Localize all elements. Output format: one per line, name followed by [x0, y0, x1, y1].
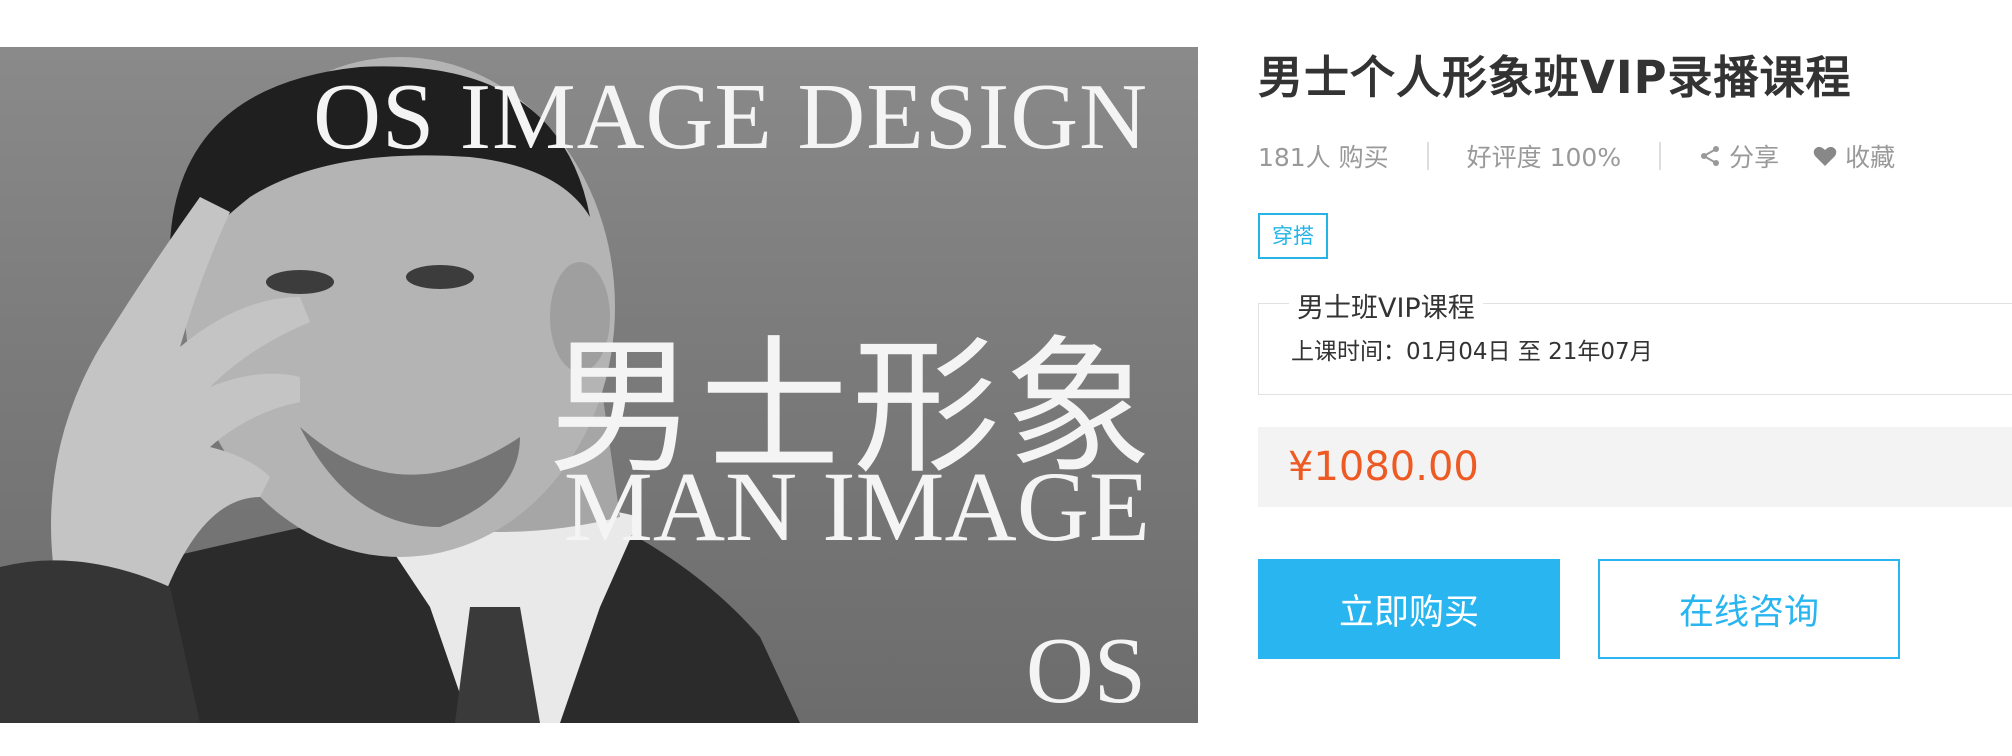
banner-subtitle: MAN IMAGE [563, 451, 1150, 562]
meta-divider [1426, 142, 1429, 170]
rating: 好评度 100% [1466, 143, 1622, 172]
banner-title-en: OS IMAGE DESIGN [313, 65, 1148, 169]
share-button[interactable]: 分享 [1699, 138, 1779, 174]
session-name: 男士班VIP课程 [1289, 286, 1483, 325]
course-title: 男士个人形象班VIP录播课程 [1258, 51, 1852, 104]
buyer-count: 181人 购买 [1258, 143, 1389, 172]
course-detail-panel: 男士个人形象班VIP录播课程 181人 购买 好评度 100% 分享 收藏 穿搭… [1258, 47, 2012, 659]
price-box: ¥1080.00 [1258, 427, 2012, 507]
course-meta-row: 181人 购买 好评度 100% 分享 收藏 [1258, 135, 2012, 177]
heart-icon [1813, 146, 1837, 166]
session-time: 上课时间：01月04日 至 21年07月 [1291, 339, 1653, 365]
favorite-button[interactable]: 收藏 [1813, 138, 1895, 174]
session-option[interactable]: 男士班VIP课程 上课时间：01月04日 至 21年07月 [1258, 286, 2012, 395]
action-buttons: 立即购买 在线咨询 [1258, 559, 2012, 659]
buy-now-button[interactable]: 立即购买 [1258, 559, 1560, 659]
course-cover-image: OS IMAGE DESIGN 男士形象 MAN IMAGE OS [0, 47, 1198, 723]
online-consult-button[interactable]: 在线咨询 [1598, 559, 1900, 659]
category-tag[interactable]: 穿搭 [1258, 213, 1328, 259]
meta-divider [1659, 142, 1662, 170]
share-icon [1701, 146, 1720, 166]
share-label: 分享 [1729, 143, 1780, 172]
favorite-label: 收藏 [1845, 143, 1896, 172]
banner-brand: OS [1025, 619, 1146, 723]
price-value: ¥1080.00 [1288, 444, 1479, 490]
